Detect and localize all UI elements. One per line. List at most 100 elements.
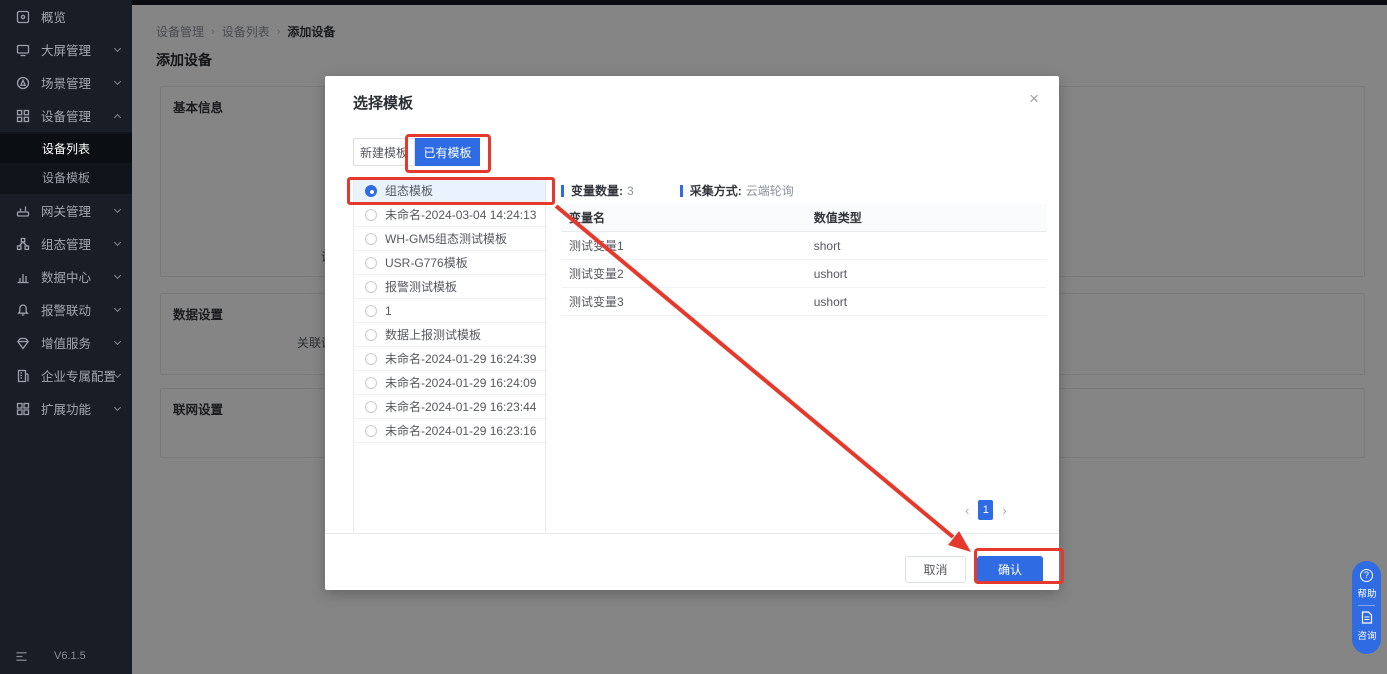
sidebar-item-value-service[interactable]: 增值服务 xyxy=(0,326,132,359)
template-name: 1 xyxy=(385,304,392,318)
confirm-button[interactable]: 确认 xyxy=(977,556,1043,583)
sidebar-item-device-template[interactable]: 设备模板 xyxy=(0,163,132,192)
prev-page-icon[interactable]: ‹ xyxy=(965,504,969,517)
sidebar-item-label: 网关管理 xyxy=(41,201,115,220)
cancel-button[interactable]: 取消 xyxy=(905,556,966,583)
close-icon[interactable]: × xyxy=(1025,86,1043,111)
cell-value-type: ushort xyxy=(814,295,1047,309)
sidebar-item-label: 设备管理 xyxy=(41,106,115,125)
sub-item-label: 设备列表 xyxy=(42,140,90,157)
sidebar-item-config[interactable]: 组态管理 xyxy=(0,227,132,260)
template-list-item[interactable]: 报警测试模板 xyxy=(354,275,545,299)
page-number[interactable]: 1 xyxy=(978,500,993,520)
template-name: WH-GM5组态测试模板 xyxy=(385,230,507,247)
sidebar-item-label: 数据中心 xyxy=(41,267,115,286)
collect-method-label: 采集方式: xyxy=(690,182,742,199)
sidebar-item-label: 组态管理 xyxy=(41,234,115,253)
sidebar-item-enterprise[interactable]: 企业专属配置 xyxy=(0,359,132,392)
help-widget: ? 帮助 咨询 xyxy=(1352,561,1381,654)
radio-icon[interactable] xyxy=(365,401,377,413)
sidebar-item-extend[interactable]: 扩展功能 xyxy=(0,392,132,425)
diamond-icon xyxy=(15,335,30,350)
template-list-item[interactable]: WH-GM5组态测试模板 xyxy=(354,227,545,251)
template-list-item[interactable]: USR-G776模板 xyxy=(354,251,545,275)
scene-icon xyxy=(15,75,30,90)
chevron-down-icon xyxy=(114,78,121,85)
template-list-item[interactable]: 1 xyxy=(354,299,545,323)
sidebar-item-label: 概览 xyxy=(41,7,120,26)
template-name: 未命名-2024-01-29 16:24:09 xyxy=(385,374,536,391)
radio-icon[interactable] xyxy=(365,257,377,269)
sidebar-item-gateway[interactable]: 网关管理 xyxy=(0,194,132,227)
alarm-icon xyxy=(15,302,30,317)
radio-icon[interactable] xyxy=(365,305,377,317)
sidebar-item-overview[interactable]: 概览 xyxy=(0,0,132,33)
select-template-modal: 选择模板 × 新建模板 已有模板 组态模板 未命名-2024-03-04 14:… xyxy=(325,76,1059,590)
accent-bar xyxy=(680,185,683,197)
table-row: 测试变量3 ushort xyxy=(561,288,1047,316)
template-list-item[interactable]: 未命名-2024-01-29 16:24:39 xyxy=(354,347,545,371)
version-label: V6.1.5 xyxy=(54,650,86,662)
radio-icon[interactable] xyxy=(365,353,377,365)
help-label: 帮助 xyxy=(1357,585,1376,599)
sidebar-item-label: 扩展功能 xyxy=(41,399,115,418)
device-submenu: 设备列表 设备模板 xyxy=(0,132,132,194)
sidebar-item-device-list[interactable]: 设备列表 xyxy=(0,134,132,163)
template-name: 未命名-2024-01-29 16:23:44 xyxy=(385,398,536,415)
template-list-item[interactable]: 未命名-2024-01-29 16:23:16 xyxy=(354,419,545,443)
sidebar-item-label: 大屏管理 xyxy=(41,40,115,59)
template-summary: 变量数量: 3 采集方式: 云端轮询 xyxy=(561,182,794,199)
question-icon: ? xyxy=(1360,569,1373,582)
sidebar-item-alarm[interactable]: 报警联动 xyxy=(0,293,132,326)
modal-footer: 取消 确认 xyxy=(325,533,1059,590)
table-row: 测试变量2 ushort xyxy=(561,260,1047,288)
tab-existing-template[interactable]: 已有模板 xyxy=(415,138,480,166)
dashboard-icon xyxy=(15,9,30,24)
sidebar-item-scene[interactable]: 场景管理 xyxy=(0,66,132,99)
config-icon xyxy=(15,236,30,251)
sidebar-footer: V6.1.5 xyxy=(0,638,132,674)
cell-value-type: short xyxy=(814,239,1047,253)
next-page-icon[interactable]: › xyxy=(1002,504,1006,517)
building-icon xyxy=(15,368,30,383)
gateway-icon xyxy=(15,203,30,218)
collapse-menu-icon[interactable] xyxy=(15,650,28,663)
consult-button[interactable]: 咨询 xyxy=(1357,611,1377,642)
device-icon xyxy=(15,108,30,123)
radio-icon[interactable] xyxy=(365,329,377,341)
col-header-value-type: 数值类型 xyxy=(814,209,1047,226)
radio-selected-icon[interactable] xyxy=(365,185,377,197)
var-count-label: 变量数量: xyxy=(571,182,623,199)
chevron-down-icon xyxy=(114,404,121,411)
sub-item-label: 设备模板 xyxy=(42,169,90,186)
sidebar-item-label: 企业专属配置 xyxy=(41,366,115,385)
template-list-item[interactable]: 数据上报测试模板 xyxy=(354,323,545,347)
template-list-item[interactable]: 组态模板 xyxy=(354,179,545,203)
radio-icon[interactable] xyxy=(365,377,377,389)
table-header-row: 变量名 数值类型 xyxy=(561,204,1047,232)
radio-icon[interactable] xyxy=(365,281,377,293)
help-button[interactable]: ? 帮助 xyxy=(1357,569,1377,600)
template-name: 未命名-2024-03-04 14:24:13 xyxy=(385,206,536,223)
chevron-down-icon xyxy=(114,206,121,213)
template-name: 未命名-2024-01-29 16:24:39 xyxy=(385,350,536,367)
template-name: USR-G776模板 xyxy=(385,254,468,271)
sidebar-item-label: 增值服务 xyxy=(41,333,115,352)
sidebar-item-label: 报警联动 xyxy=(41,300,115,319)
template-list-item[interactable]: 未命名-2024-01-29 16:24:09 xyxy=(354,371,545,395)
sidebar-item-datacenter[interactable]: 数据中心 xyxy=(0,260,132,293)
template-list-item[interactable]: 未命名-2024-01-29 16:23:44 xyxy=(354,395,545,419)
sidebar-item-bigscreen[interactable]: 大屏管理 xyxy=(0,33,132,66)
divider xyxy=(1358,605,1375,606)
radio-icon[interactable] xyxy=(365,209,377,221)
template-list-item[interactable]: 未命名-2024-03-04 14:24:13 xyxy=(354,203,545,227)
tab-new-template[interactable]: 新建模板 xyxy=(353,138,415,166)
sidebar: 概览 大屏管理 场景管理 设备管理 设备列表 设备模板 网关管理 组态 xyxy=(0,0,132,674)
collect-method-value: 云端轮询 xyxy=(746,182,794,199)
radio-icon[interactable] xyxy=(365,233,377,245)
chevron-up-icon xyxy=(114,113,121,120)
chevron-down-icon xyxy=(114,305,121,312)
cell-var-name: 测试变量1 xyxy=(561,237,814,254)
radio-icon[interactable] xyxy=(365,425,377,437)
sidebar-item-device[interactable]: 设备管理 xyxy=(0,99,132,132)
